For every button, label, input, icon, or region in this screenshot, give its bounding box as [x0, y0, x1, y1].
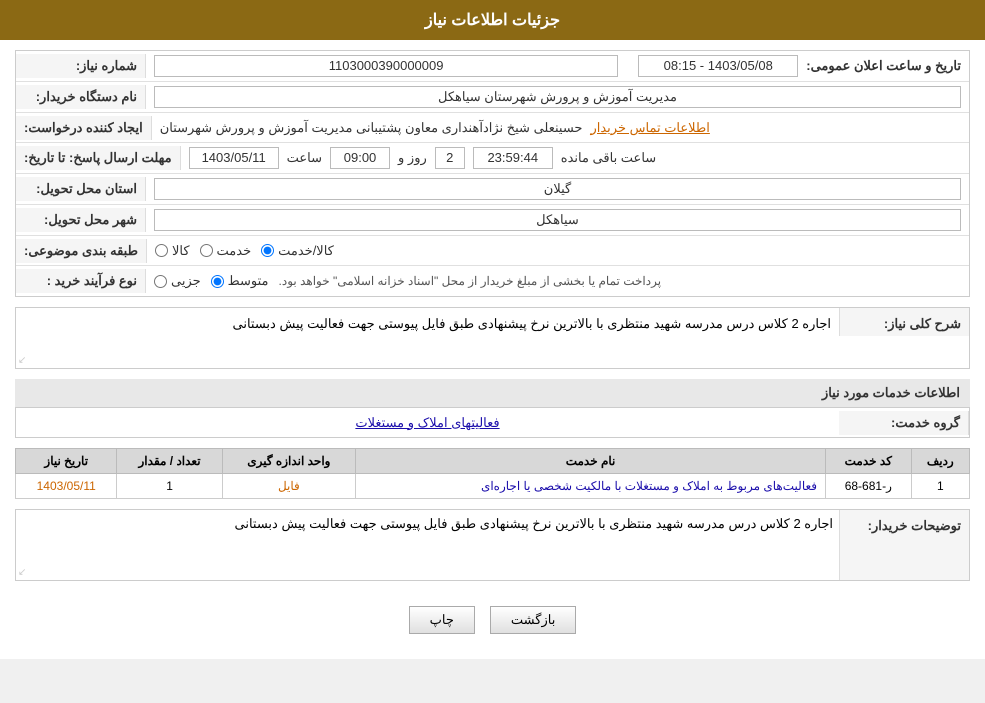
khadamat-title: اطلاعات خدمات مورد نیاز — [15, 379, 970, 408]
table-row: 1 ر-681-68 فعالیت‌های مربوط به املاک و م… — [16, 474, 970, 499]
shmare-niaz-value: 1103000390000009 — [154, 55, 618, 77]
radio-khadmat[interactable]: خدمت — [200, 243, 252, 259]
chap-button[interactable]: چاپ — [409, 606, 475, 634]
ostan-value: گیلان — [154, 178, 961, 200]
page-title: جزئیات اطلاعات نیاز — [0, 0, 985, 40]
radio-kala-label: کالا — [172, 243, 190, 259]
col-tarikh: تاریخ نیاز — [16, 449, 117, 474]
tozi-label: توضیحات خریدار: — [839, 510, 969, 580]
saat-label: ساعت — [287, 150, 322, 166]
sharh-label: شرح کلی نیاز: — [839, 308, 969, 336]
tarikh-elam-label: تاریخ و ساعت اعلان عمومی: — [806, 58, 961, 74]
name-dastgah-label: نام دستگاه خریدار: — [16, 85, 146, 109]
mande-value: 23:59:44 — [473, 147, 553, 169]
col-vahed: واحد اندازه گیری — [222, 449, 355, 474]
shahr-value: سیاهکل — [154, 209, 961, 231]
name-dastgah-value: مدیریت آموزش و پرورش شهرستان سیاهکل — [154, 86, 961, 108]
ostan-label: استان محل تحویل: — [16, 177, 146, 201]
goroh-label: گروه خدمت: — [839, 411, 969, 435]
cell-name: فعالیت‌های مربوط به املاک و مستغلات با م… — [356, 474, 826, 499]
noac-desc: پرداخت تمام یا بخشی از مبلغ خریدار از مح… — [279, 274, 662, 288]
col-name: نام خدمت — [356, 449, 826, 474]
radio-kala-input[interactable] — [155, 244, 168, 257]
sharh-resize-icon: ↙ — [18, 355, 26, 366]
tabaqe-label: طبقه بندی موضوعی: — [16, 239, 147, 263]
roz-value: 2 — [435, 147, 465, 169]
radio-jazii-label: جزیی — [171, 273, 201, 289]
saat-value: 09:00 — [330, 147, 390, 169]
col-tedad: تعداد / مقدار — [117, 449, 222, 474]
ejad-link[interactable]: اطلاعات تماس خریدار — [590, 120, 709, 136]
tozi-section: توضیحات خریدار: اجاره 2 کلاس درس مدرسه ش… — [15, 509, 970, 581]
bazgasht-button[interactable]: بازگشت — [490, 606, 576, 634]
roz-label: روز و — [398, 150, 427, 166]
cell-kod: ر-681-68 — [826, 474, 912, 499]
radio-kala[interactable]: کالا — [155, 243, 190, 259]
radio-jazii-input[interactable] — [154, 275, 167, 288]
radio-kala-khadmat-input[interactable] — [261, 244, 274, 257]
radio-motovaset[interactable]: متوسط — [211, 273, 269, 289]
mande-label: ساعت باقی مانده — [561, 150, 656, 166]
tozi-value: اجاره 2 کلاس درس مدرسه شهید منتظری با با… — [234, 516, 833, 531]
ejad-label: ایجاد کننده درخواست: — [16, 116, 152, 140]
cell-tedad: 1 — [117, 474, 222, 499]
radio-kala-khadmat[interactable]: کالا/خدمت — [261, 243, 334, 259]
radio-jazii[interactable]: جزیی — [154, 273, 201, 289]
shmare-niaz-label: شماره نیاز: — [16, 54, 146, 78]
cell-tarikh: 1403/05/11 — [16, 474, 117, 499]
radio-motovaset-label: متوسط — [228, 273, 269, 289]
radio-motovaset-input[interactable] — [211, 275, 224, 288]
radio-kala-khadmat-label: کالا/خدمت — [278, 243, 334, 259]
mohlet-label: مهلت ارسال پاسخ: تا تاریخ: — [16, 146, 181, 170]
col-kod: کد خدمت — [826, 449, 912, 474]
tarikh-elam-value: 1403/05/08 - 08:15 — [638, 55, 798, 77]
noac-label: نوع فرآیند خرید : — [16, 269, 146, 293]
ejad-value: حسینعلی شیخ نژادآهنداری معاون پشتیبانی م… — [160, 120, 583, 136]
col-radif: ردیف — [911, 449, 969, 474]
radio-khadmat-label: خدمت — [217, 243, 252, 259]
cell-vahed: فایل — [222, 474, 355, 499]
shahr-label: شهر محل تحویل: — [16, 208, 146, 232]
button-row: بازگشت چاپ — [15, 591, 970, 649]
service-table: ردیف کد خدمت نام خدمت واحد اندازه گیری ت… — [15, 448, 970, 499]
goroh-value[interactable]: فعالیتهای املاک و مستغلات — [355, 415, 499, 430]
cell-radif: 1 — [911, 474, 969, 499]
sharh-value: اجاره 2 کلاس درس مدرسه شهید منتظری با با… — [16, 308, 839, 368]
tozi-resize-icon: ↙ — [18, 567, 26, 578]
tarikh-value: 1403/05/11 — [189, 147, 279, 169]
radio-khadmat-input[interactable] — [200, 244, 213, 257]
